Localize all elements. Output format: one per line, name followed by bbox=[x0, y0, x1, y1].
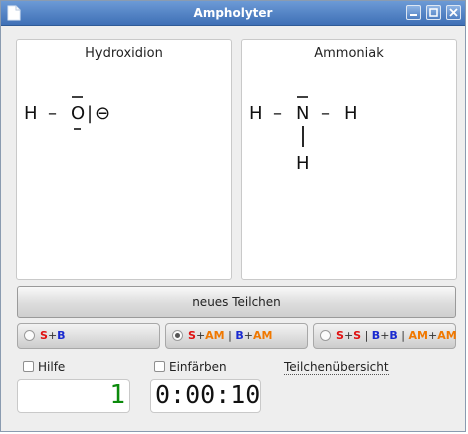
maximize-button[interactable] bbox=[426, 5, 441, 20]
mode-token: AM bbox=[252, 329, 273, 342]
particle-overview-link[interactable]: Teilchenübersicht bbox=[284, 360, 389, 375]
mode-token: B bbox=[235, 329, 244, 342]
mode-option-2[interactable]: S+AM | B+AM bbox=[165, 323, 308, 349]
radio-button-mode-1[interactable] bbox=[24, 330, 35, 341]
color-label: Einfärben bbox=[169, 360, 227, 374]
minimize-icon bbox=[410, 14, 417, 16]
particle-panel-right: Ammoniak H – N – H H bbox=[241, 39, 457, 280]
mode-option-3[interactable]: S+S | B+B | AM+AM bbox=[313, 323, 457, 349]
mode-token: + bbox=[343, 329, 354, 342]
mode-token: + bbox=[427, 329, 438, 342]
score-value: 1 bbox=[109, 380, 125, 410]
bond-dash-left: – bbox=[273, 103, 282, 124]
color-checkbox[interactable] bbox=[154, 361, 165, 372]
mode-token: S bbox=[336, 329, 344, 342]
mode-token: B bbox=[389, 329, 398, 342]
help-checkbox[interactable] bbox=[23, 361, 34, 372]
mode-token: AM bbox=[205, 329, 225, 342]
mode-token: B bbox=[371, 329, 381, 342]
structural-formula-right: H – N – H H bbox=[249, 96, 358, 174]
negative-charge-icon: ⊖ bbox=[95, 103, 110, 124]
atom-h-left: H bbox=[249, 103, 263, 124]
atom-h: H bbox=[24, 103, 38, 124]
structural-formula-left: H – O | ⊖ bbox=[24, 96, 110, 130]
mode-token: | bbox=[397, 329, 409, 342]
mode-token: + bbox=[195, 329, 206, 342]
app-window: Ampholyter Hydroxidion H – O | ⊖ Ammonia… bbox=[0, 0, 466, 432]
radio-button-mode-3[interactable] bbox=[320, 330, 331, 341]
window-title: Ampholyter bbox=[193, 6, 273, 20]
close-button[interactable] bbox=[446, 5, 461, 20]
mode-token: S bbox=[353, 329, 362, 342]
atom-o: O bbox=[71, 103, 85, 124]
atom-h-bottom: H bbox=[296, 153, 310, 174]
bond-dash-right: – bbox=[321, 103, 330, 124]
radio-button-mode-2[interactable] bbox=[172, 330, 183, 341]
mode-label-3: S+S | B+B | AM+AM bbox=[336, 324, 457, 348]
maximize-icon bbox=[429, 8, 438, 17]
timer-display: 0:00:10 bbox=[150, 379, 261, 413]
timer-value: 0:00:10 bbox=[155, 380, 261, 409]
new-particle-button[interactable]: neues Teilchen bbox=[17, 286, 456, 318]
mode-token: | bbox=[361, 329, 372, 342]
mode-token: AM bbox=[437, 329, 457, 342]
particle-panel-left: Hydroxidion H – O | ⊖ bbox=[16, 39, 232, 280]
close-icon bbox=[449, 8, 458, 17]
mode-label-2: S+AM | B+AM bbox=[188, 324, 272, 348]
mode-option-1[interactable]: S+B bbox=[17, 323, 160, 349]
help-label: Hilfe bbox=[38, 360, 66, 374]
score-counter: 1 bbox=[17, 379, 130, 413]
mode-token: + bbox=[47, 329, 58, 342]
mode-label-1: S+B bbox=[40, 324, 66, 348]
mode-token: + bbox=[243, 329, 253, 342]
minimize-button[interactable] bbox=[406, 5, 421, 20]
lone-pair-right: | bbox=[87, 103, 93, 124]
atom-h-right: H bbox=[344, 103, 358, 124]
atom-n: N bbox=[296, 103, 309, 124]
mode-token: AM bbox=[408, 329, 428, 342]
bond-dash: – bbox=[48, 103, 57, 124]
mode-token: B bbox=[57, 329, 66, 342]
mode-token: S bbox=[188, 329, 196, 342]
mode-token: | bbox=[224, 329, 236, 342]
title-bar[interactable]: Ampholyter bbox=[1, 1, 465, 26]
mode-token: S bbox=[40, 329, 48, 342]
